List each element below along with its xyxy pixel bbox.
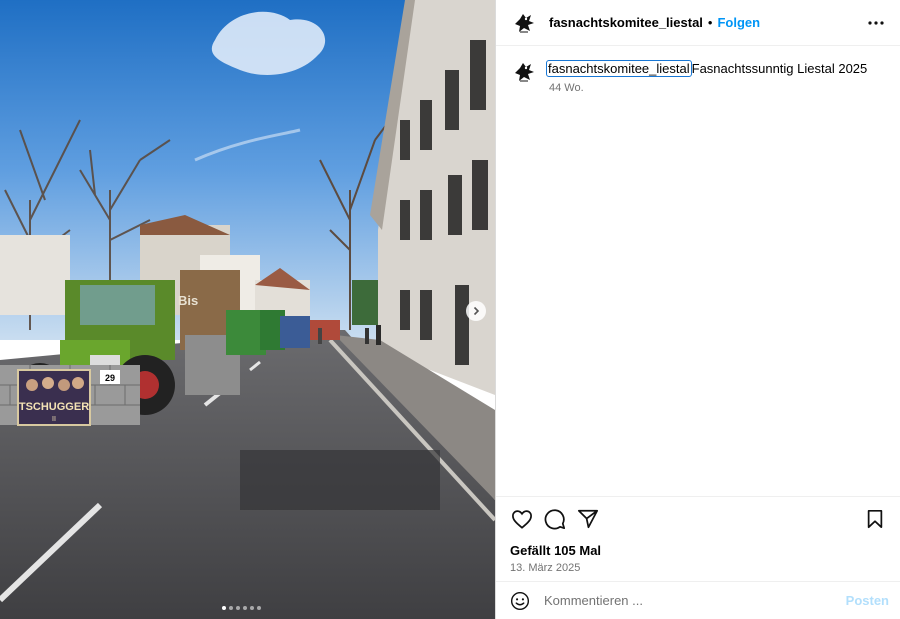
carousel-indicator [222, 606, 261, 610]
author-avatar[interactable] [510, 9, 538, 37]
share-button[interactable] [576, 507, 600, 531]
carousel-dot [243, 606, 247, 610]
carousel-next-button[interactable] [466, 301, 486, 321]
bookmark-icon [867, 509, 883, 529]
emoji-button[interactable] [509, 590, 531, 612]
follow-button[interactable]: Folgen [717, 15, 760, 30]
chevron-right-icon [473, 306, 480, 316]
carousel-dot [236, 606, 240, 610]
masked-figure-logo-icon [515, 63, 534, 82]
carousel-dot [229, 606, 233, 610]
caption-timestamp[interactable]: 44 Wo. [549, 82, 867, 94]
more-options-button[interactable] [864, 11, 888, 35]
comment-input[interactable] [544, 593, 846, 608]
comment-button[interactable] [543, 507, 567, 531]
save-button[interactable] [863, 507, 887, 531]
carousel-dot [257, 606, 261, 610]
comment-composer: Posten [496, 581, 900, 619]
likes-count[interactable]: Gefällt 105 Mal [510, 543, 887, 558]
author-username[interactable]: fasnachtskomitee_liestal [549, 15, 703, 30]
comment-bubble-icon [544, 509, 566, 530]
carousel-dot [250, 606, 254, 610]
ellipsis-icon [868, 20, 884, 25]
smiley-icon [510, 591, 530, 610]
caption-avatar[interactable] [510, 58, 538, 86]
post-photo[interactable]: Bis TSCHUGGER II 29 [0, 0, 495, 619]
header-separator: • [707, 15, 713, 30]
heart-icon [512, 510, 532, 529]
post-header: fasnachtskomitee_liestal • Folgen [496, 0, 900, 46]
float-wall-text: Bis [178, 293, 198, 308]
like-button[interactable] [510, 507, 534, 531]
caption: fasnachtskomitee_liestal Fasnachtssunntig… [496, 46, 900, 94]
post-comment-button[interactable]: Posten [846, 593, 889, 608]
caption-text: Fasnachtssunntig Liestal 2025 [691, 61, 868, 76]
float-sign-subtext: II [52, 416, 56, 423]
float-sign-text: TSCHUGGER [19, 401, 89, 413]
float-number-plate: 29 [105, 373, 115, 383]
masked-figure-logo-icon [515, 13, 534, 32]
post-side-panel: fasnachtskomitee_liestal • Folgen fasnac… [495, 0, 900, 619]
post-actions: Gefällt 105 Mal 13. März 2025 [496, 496, 900, 574]
carousel-dot [222, 606, 226, 610]
caption-username-link[interactable]: fasnachtskomitee_liestal [546, 60, 692, 77]
street-parade-photo: Bis TSCHUGGER II 29 [0, 0, 495, 619]
paper-plane-icon [577, 509, 599, 529]
post-date[interactable]: 13. März 2025 [510, 562, 887, 574]
